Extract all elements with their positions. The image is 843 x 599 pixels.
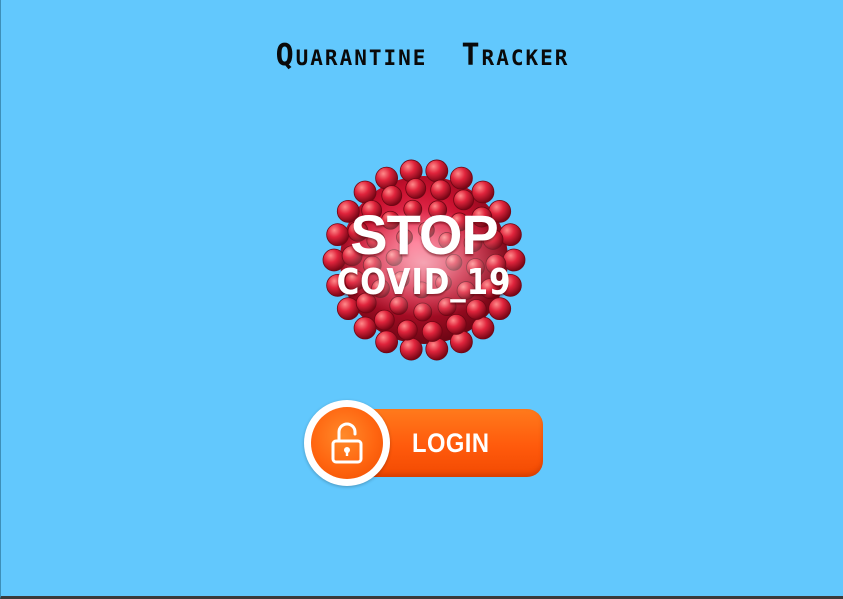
unlocked-padlock-icon xyxy=(331,422,363,464)
stop-covid-badge: STOP COVID_19 xyxy=(317,153,531,367)
badge-covid-text: COVID_19 xyxy=(336,262,512,303)
app-window: Quarantine Tracker STOP COVID_19 LOGIN xyxy=(0,0,843,599)
login-button-label: LOGIN xyxy=(412,428,490,458)
login-button[interactable]: LOGIN xyxy=(304,400,544,486)
page-title: Quarantine Tracker xyxy=(275,38,570,73)
login-icon-circle[interactable] xyxy=(304,400,390,486)
badge-stop-text: STOP xyxy=(350,203,498,266)
